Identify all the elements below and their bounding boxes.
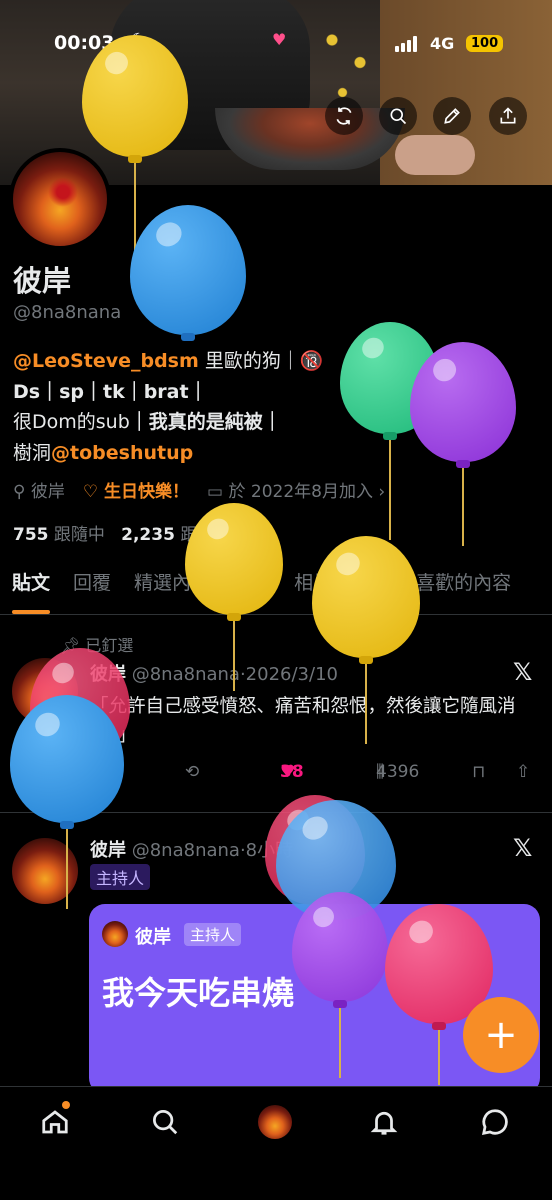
post-actions: ◯ ⟲ ♥ 38 ⫼ 4396 ⊓ ⇧ — [90, 762, 545, 786]
status-bar: 00:03 ☾ ♥ 4G 100 — [0, 28, 552, 62]
followers-link[interactable]: 2,235 跟隨者 — [121, 525, 231, 545]
bio-line4a: 樹洞 — [13, 441, 52, 464]
bio-line2: Ds｜sp｜tk｜brat｜ — [13, 380, 208, 403]
post-avatar[interactable] — [12, 658, 78, 724]
post-handle-date: @8na8nana·8小時 — [131, 840, 294, 861]
repost-icon[interactable]: ⟲ — [185, 762, 199, 782]
profile-handle: @8na8nana — [13, 302, 122, 323]
nav-profile[interactable] — [257, 1104, 293, 1140]
followers-count: 2,235 — [121, 525, 175, 545]
like-count: 38 — [280, 762, 304, 782]
compose-fab[interactable]: + — [463, 997, 539, 1073]
joined-item[interactable]: ▭ 於 2022年8月加入 › — [207, 477, 385, 502]
banner-hotpot — [215, 108, 405, 170]
bell-icon — [370, 1111, 398, 1135]
card-title: 我今天吃串燒 — [102, 974, 295, 1012]
x-logo-icon: 𝕏 — [513, 658, 533, 686]
tab-photos[interactable]: 相片 — [282, 568, 343, 614]
tab-replies[interactable]: 回覆 — [61, 568, 122, 614]
card-avatar — [102, 921, 128, 947]
following-link[interactable]: 755 跟隨中 — [13, 525, 105, 545]
space-card[interactable]: 彼岸 主持人 我今天吃串燒 — [89, 904, 540, 1094]
heart-icon: ♥ — [272, 30, 287, 49]
post-text[interactable]: 「允許自己感受憤怒、痛苦和怨恨，然後讓它隨風消散。」 — [90, 692, 540, 750]
profile-meta: ⚲ 彼岸 ♡ 生日快樂！ ▭ 於 2022年8月加入 › — [13, 477, 385, 502]
tab-likes[interactable]: 喜歡的內容 — [404, 568, 522, 614]
signal-icon — [395, 36, 421, 52]
tabs-divider — [0, 614, 552, 615]
tab-videos[interactable]: 影片 — [221, 568, 282, 614]
birthday-item: ♡ 生日快樂！ — [83, 477, 189, 502]
home-icon — [42, 1110, 68, 1134]
refresh-button[interactable] — [325, 97, 363, 135]
birthday-text: 生日快樂！ — [104, 482, 190, 502]
profile-avatar[interactable] — [9, 148, 111, 250]
location-text: 彼岸 — [30, 482, 65, 502]
nav-notifications[interactable] — [366, 1104, 402, 1140]
reply-icon[interactable]: ◯ — [90, 762, 109, 782]
post-header: 彼岸 @8na8nana·8小時 — [90, 836, 293, 862]
balloon-icon: ♡ — [82, 482, 99, 502]
notification-dot — [62, 1101, 70, 1109]
tab-posts[interactable]: 貼文 — [0, 568, 61, 614]
views-count: 4396 — [376, 762, 420, 782]
share-icon — [500, 107, 516, 124]
pinned-indicator: 📌︎ 已釘選 — [60, 632, 133, 656]
post-author: 彼岸 — [90, 840, 126, 861]
card-host-badge: 主持人 — [184, 923, 242, 946]
following-count: 755 — [13, 525, 49, 545]
calendar-icon: ▭ — [207, 482, 224, 502]
post-handle-date: @8na8nana·2026/3/10 — [131, 664, 338, 685]
battery-indicator: 100 — [466, 35, 504, 52]
tab-highlights[interactable]: 精選內容 — [122, 568, 221, 614]
bio-mention-link[interactable]: @LeoSteve_bdsm — [13, 350, 199, 372]
host-badge: 主持人 — [90, 864, 151, 890]
network-label: 4G — [430, 34, 455, 53]
location-icon: ⚲ — [13, 482, 26, 502]
share-post-icon[interactable]: ⇧ — [516, 762, 530, 782]
status-time: 00:03 — [54, 32, 115, 54]
x-logo-icon: 𝕏 — [513, 834, 533, 862]
location-item: ⚲ 彼岸 — [13, 477, 65, 502]
refresh-icon — [336, 107, 352, 125]
bio-treehole-link[interactable]: @tobeshutup — [51, 442, 193, 464]
moon-icon: ☾ — [130, 30, 147, 51]
nav-messages[interactable] — [477, 1104, 513, 1140]
search-button[interactable] — [379, 97, 417, 135]
follow-stats: 755 跟隨中 2,235 跟隨者 — [13, 520, 231, 545]
nav-home[interactable] — [37, 1104, 73, 1140]
share-button[interactable] — [489, 97, 527, 135]
profile-avatar — [258, 1105, 292, 1139]
post-avatar[interactable] — [12, 838, 78, 904]
bookmark-icon[interactable]: ⊓ — [472, 762, 485, 782]
bio-line3b: ｜我真的是純被｜ — [129, 411, 282, 433]
profile-tabs: 貼文 回覆 精選內容 影片 相片 文章 喜歡的內容 — [0, 568, 552, 614]
tab-articles[interactable]: 文章 — [343, 568, 404, 614]
search-icon — [153, 1110, 178, 1135]
banner-hand — [395, 135, 475, 175]
pin-icon: 📌︎ — [60, 636, 81, 655]
post-author: 彼岸 — [90, 664, 126, 685]
bio-line3a: 很Dom的sub — [13, 411, 130, 433]
profile-bio: @LeoSteve_bdsm 里歐的狗｜🔞 Ds｜sp｜tk｜brat｜ 很Do… — [13, 346, 323, 468]
nav-search[interactable] — [147, 1104, 183, 1140]
profile-name: 彼岸 — [13, 264, 72, 298]
post-divider — [0, 812, 552, 813]
edit-button[interactable] — [433, 97, 471, 135]
card-name: 彼岸 — [135, 927, 171, 948]
chat-icon — [481, 1109, 508, 1136]
bio-line1-text: 里歐的狗｜🔞 — [198, 350, 324, 372]
followers-label: 跟隨者 — [180, 525, 232, 545]
post-header: 彼岸 @8na8nana·2026/3/10 — [90, 660, 338, 686]
edit-icon — [444, 108, 460, 124]
bottom-nav — [0, 1086, 552, 1200]
chevron-right-icon: › — [378, 482, 386, 502]
pinned-label: 已釘選 — [85, 636, 134, 655]
following-label: 跟隨中 — [53, 525, 105, 545]
search-icon — [390, 108, 407, 125]
joined-text: 於 2022年8月加入 — [228, 482, 373, 502]
